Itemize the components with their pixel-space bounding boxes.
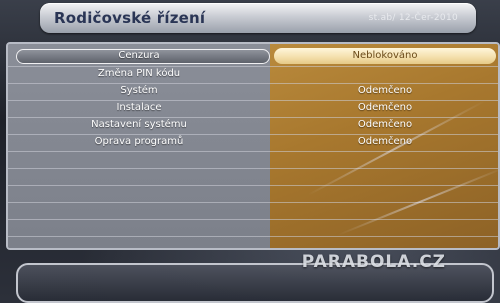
title-bar: Rodičovské řízení st.ab/ 12-Čer-2010: [40, 3, 476, 33]
row-divider: [8, 236, 498, 237]
watermark: PARABOLA.CZ: [301, 252, 446, 272]
settings-panel: Cenzura Neblokováno Změna PIN kódu Systé…: [6, 42, 500, 250]
row-divider: [8, 185, 498, 186]
row-divider: [8, 117, 498, 118]
date-label: st.ab/ 12-Čer-2010: [368, 13, 458, 23]
row-divider: [8, 100, 498, 101]
menu-item-system[interactable]: Systém: [8, 85, 270, 96]
menu-value-cenzura[interactable]: Neblokováno: [270, 50, 498, 61]
menu-item-system-settings[interactable]: Nastavení systému: [8, 119, 270, 130]
menu-item-cenzura[interactable]: Cenzura: [8, 50, 270, 61]
menu-item-channel-edit[interactable]: Oprava programů: [8, 136, 270, 147]
row-divider: [8, 202, 498, 203]
menu-value-system-settings[interactable]: Odemčeno: [270, 119, 498, 130]
menu-value-system[interactable]: Odemčeno: [270, 85, 498, 96]
row-divider: [8, 151, 498, 152]
page-title: Rodičovské řízení: [54, 9, 206, 27]
row-divider: [8, 168, 498, 169]
row-divider: [8, 219, 498, 220]
menu-item-installation[interactable]: Instalace: [8, 102, 270, 113]
row-divider: [8, 83, 498, 84]
menu-item-change-pin[interactable]: Změna PIN kódu: [8, 68, 270, 79]
row-divider: [8, 66, 498, 67]
menu-value-channel-edit[interactable]: Odemčeno: [270, 136, 498, 147]
row-divider: [8, 134, 498, 135]
tv-screen: Rodičovské řízení st.ab/ 12-Čer-2010 Cen…: [0, 0, 500, 303]
